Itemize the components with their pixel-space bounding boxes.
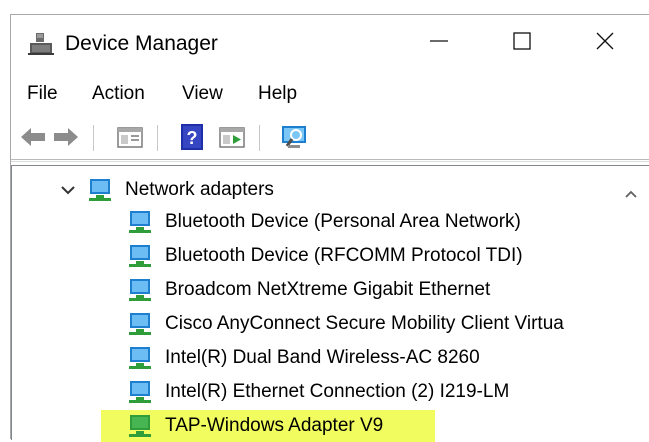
close-button[interactable] xyxy=(582,21,628,61)
device-label: Bluetooth Device (RFCOMM Protocol TDI) xyxy=(165,245,523,266)
network-adapter-icon xyxy=(129,279,151,301)
menu-action[interactable]: Action xyxy=(92,81,145,107)
toolbar: ? xyxy=(11,119,649,159)
menu-help[interactable]: Help xyxy=(258,81,297,107)
device-manager-app-icon xyxy=(28,33,54,55)
minimize-icon xyxy=(430,40,448,42)
scan-hardware-icon[interactable] xyxy=(279,122,309,152)
tree-device-item[interactable]: Cisco AnyConnect Secure Mobility Client … xyxy=(127,308,568,340)
title-bar[interactable]: Device Manager xyxy=(11,15,649,71)
device-manager-window: Device Manager File Action View Help ? N… xyxy=(10,14,649,442)
toolbar-separator xyxy=(157,125,158,151)
device-label: Intel(R) Ethernet Connection (2) I219-LM xyxy=(165,381,510,402)
maximize-button[interactable] xyxy=(499,21,545,61)
back-arrow-icon[interactable] xyxy=(18,122,48,152)
network-adapter-icon xyxy=(129,211,151,233)
tree-device-item[interactable]: Intel(R) Dual Band Wireless-AC 8260 xyxy=(127,342,484,374)
network-adapter-icon xyxy=(129,245,151,267)
help-icon[interactable]: ? xyxy=(177,122,207,152)
update-driver-icon[interactable] xyxy=(217,122,247,152)
svg-text:?: ? xyxy=(187,128,198,148)
category-label: Network adapters xyxy=(125,179,274,200)
menu-bar: File Action View Help xyxy=(11,77,649,111)
properties-pane-icon[interactable] xyxy=(115,122,145,152)
device-label: Cisco AnyConnect Secure Mobility Client … xyxy=(165,313,564,334)
scroll-up-arrow-icon[interactable] xyxy=(622,186,640,204)
toolbar-separator xyxy=(93,125,94,151)
network-adapter-icon xyxy=(129,313,151,335)
network-adapter-icon xyxy=(129,415,151,437)
menu-file[interactable]: File xyxy=(27,81,58,107)
forward-arrow-icon[interactable] xyxy=(51,122,81,152)
close-icon xyxy=(596,32,614,50)
minimize-button[interactable] xyxy=(416,21,462,61)
tree-device-item[interactable]: Bluetooth Device (Personal Area Network) xyxy=(127,206,525,238)
device-label: TAP-Windows Adapter V9 xyxy=(165,415,384,436)
tree-device-item[interactable]: Broadcom NetXtreme Gigabit Ethernet xyxy=(127,274,494,306)
toolbar-divider-shadow xyxy=(11,161,649,162)
device-label: Intel(R) Dual Band Wireless-AC 8260 xyxy=(165,347,480,368)
menu-view[interactable]: View xyxy=(182,81,223,107)
device-label: Broadcom NetXtreme Gigabit Ethernet xyxy=(165,279,491,300)
network-adapter-category-icon xyxy=(89,179,111,201)
tree-category-network-adapters[interactable]: Network adapters xyxy=(59,174,278,206)
toolbar-separator xyxy=(259,125,260,151)
maximize-icon xyxy=(513,32,531,50)
network-adapter-icon xyxy=(129,381,151,403)
chevron-down-icon[interactable] xyxy=(59,181,77,199)
tree-device-item-highlighted[interactable]: TAP-Windows Adapter V9 xyxy=(101,410,435,442)
device-tree[interactable]: Network adapters Bluetooth Device (Perso… xyxy=(11,165,649,442)
network-adapter-icon xyxy=(129,347,151,369)
device-label: Bluetooth Device (Personal Area Network) xyxy=(165,211,521,232)
window-title: Device Manager xyxy=(65,32,218,55)
tree-device-item[interactable]: Intel(R) Ethernet Connection (2) I219-LM xyxy=(127,376,513,408)
toolbar-divider xyxy=(11,159,649,160)
tree-device-item[interactable]: Bluetooth Device (RFCOMM Protocol TDI) xyxy=(127,240,527,272)
